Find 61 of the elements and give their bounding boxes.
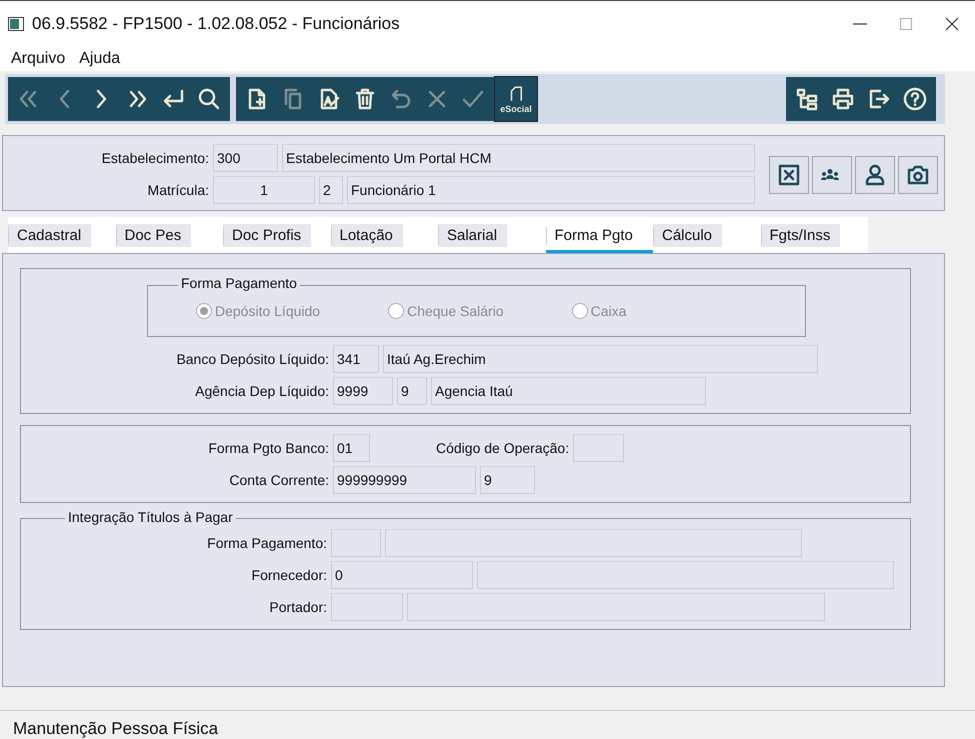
- minimize-icon: [853, 22, 867, 24]
- input-field[interactable]: Itaú Ag.Erechim: [383, 345, 818, 373]
- tab[interactable]: Salarial: [438, 217, 546, 253]
- undo-icon: [389, 87, 413, 111]
- input-field[interactable]: 2: [319, 176, 343, 204]
- group-title: Integração Títulos à Pagar: [65, 509, 236, 525]
- input-field[interactable]: Estabelecimento Um Portal HCM: [282, 144, 755, 172]
- input-field[interactable]: [331, 593, 403, 621]
- field-label: Estabelecimento:: [100, 150, 209, 166]
- menu-item[interactable]: Arquivo: [4, 50, 72, 68]
- input-field[interactable]: 01: [333, 434, 370, 462]
- input-field[interactable]: 999999999: [333, 466, 476, 494]
- input-field[interactable]: 0: [331, 561, 473, 589]
- field-label: Conta Corrente:: [228, 472, 329, 488]
- delete-icon: [353, 87, 377, 111]
- input-field[interactable]: [573, 434, 624, 462]
- field-label: Agência Dep Líquido:: [194, 383, 329, 399]
- field-label: Fornecedor:: [250, 567, 327, 583]
- window-title: 06.9.5582 - FP1500 - 1.02.08.052 - Funcionários: [32, 14, 401, 34]
- person-icon: [863, 163, 887, 187]
- tree-icon: [795, 87, 819, 111]
- field-label: Banco Depósito Líquido:: [175, 351, 329, 367]
- exit-icon: [867, 87, 891, 111]
- input-field[interactable]: 9999: [333, 377, 393, 405]
- input-field[interactable]: [331, 529, 381, 557]
- input-field[interactable]: Funcionário 1: [347, 176, 755, 204]
- status-bar: Manutenção Pessoa Física: [0, 710, 975, 739]
- tab[interactable]: Lotação: [330, 217, 438, 253]
- tab[interactable]: Cadastral: [8, 217, 116, 253]
- input-field[interactable]: 300: [213, 144, 278, 172]
- help-icon: [903, 87, 927, 111]
- input-field[interactable]: 341: [333, 345, 379, 373]
- people-button[interactable]: [812, 156, 852, 194]
- field-label: Forma Pagamento:: [206, 535, 327, 551]
- input-field[interactable]: 9: [480, 466, 535, 494]
- camera-button[interactable]: [898, 156, 938, 194]
- field-label: Matrícula:: [146, 182, 209, 198]
- menu-item[interactable]: Ajuda: [72, 50, 128, 68]
- field-label: Forma Pgto Banco:: [207, 440, 329, 456]
- close-box-button[interactable]: [769, 156, 809, 194]
- tab[interactable]: Doc Pes: [116, 217, 223, 253]
- tab[interactable]: Fgts/Inss: [760, 217, 868, 253]
- group-title: Forma Pagamento: [178, 275, 300, 291]
- close-box-icon: [777, 163, 801, 187]
- field-label: Código de Operação:: [436, 440, 570, 456]
- close-icon: [945, 16, 959, 30]
- print-icon: [831, 87, 855, 111]
- search-icon: [197, 87, 221, 111]
- esocial-button[interactable]: eSocial: [495, 77, 537, 121]
- input-field[interactable]: 9: [397, 377, 427, 405]
- camera-icon: [906, 163, 930, 187]
- input-field[interactable]: [477, 561, 894, 589]
- maximize-icon: [899, 16, 913, 30]
- input-field[interactable]: Agencia Itaú: [431, 377, 706, 405]
- input-field[interactable]: 1: [213, 176, 315, 204]
- field-label: Portador:: [268, 599, 327, 615]
- tab[interactable]: Cálculo: [653, 217, 760, 253]
- person-button[interactable]: [855, 156, 895, 194]
- input-field[interactable]: [407, 593, 825, 621]
- app-icon: [8, 16, 24, 30]
- input-field[interactable]: [385, 529, 802, 557]
